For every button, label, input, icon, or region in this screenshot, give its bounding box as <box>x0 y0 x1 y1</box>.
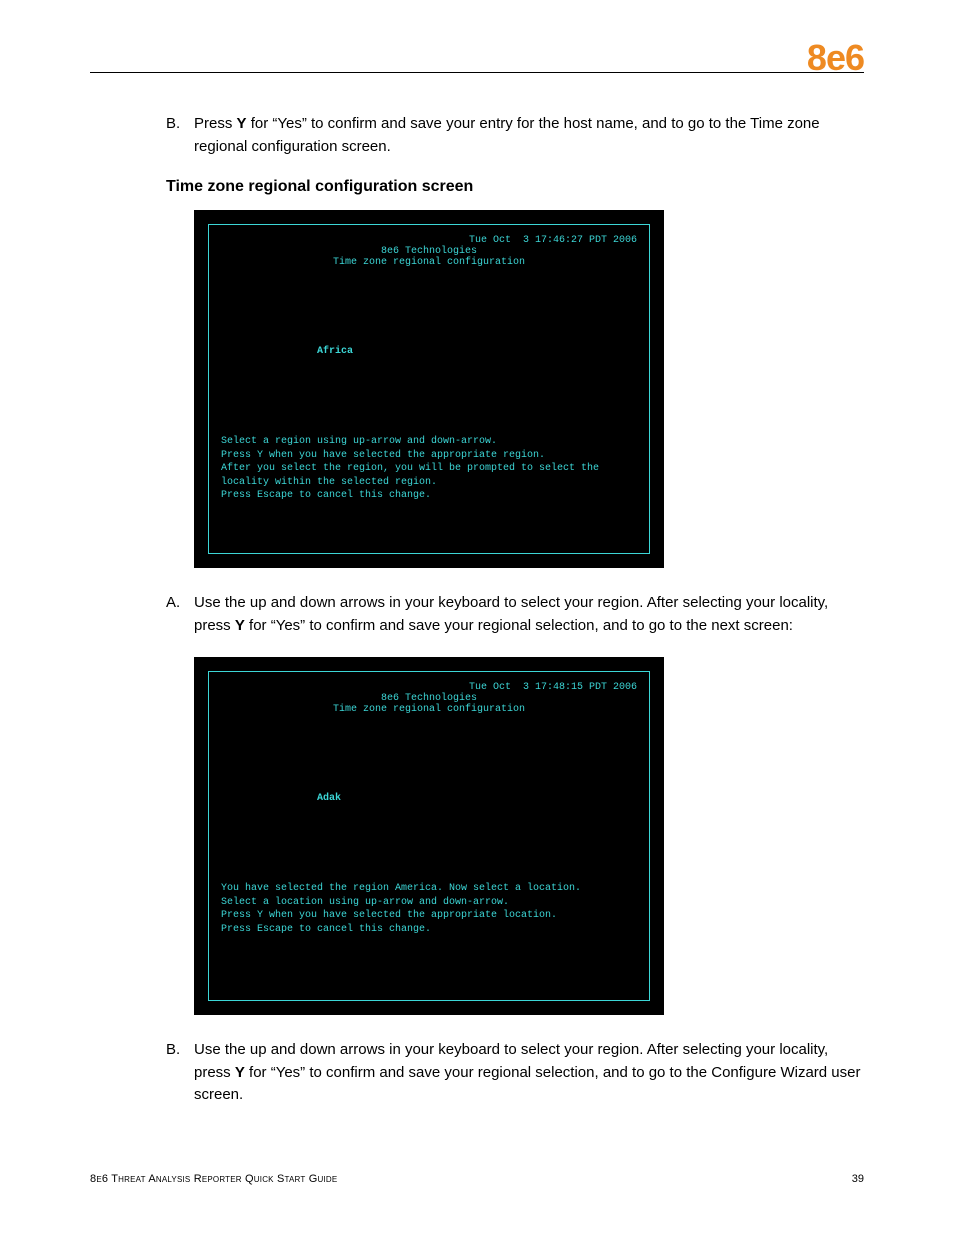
terminal-region-screenshot: Tue Oct 3 17:46:27 PDT 2006 8e6 Technolo… <box>194 210 664 568</box>
key-y: Y <box>235 617 245 634</box>
list-marker: A. <box>166 592 194 637</box>
list-body: Use the up and down arrows in your keybo… <box>194 592 864 637</box>
page-content: B. Press Y for “Yes” to confirm and save… <box>90 113 864 1107</box>
key-y: Y <box>235 1064 245 1081</box>
text-after: for “Yes” to confirm and save your regio… <box>194 1064 860 1104</box>
list-marker: B. <box>166 113 194 158</box>
intro-step-b: B. Press Y for “Yes” to confirm and save… <box>166 113 864 158</box>
page-footer: 8e6 Threat Analysis Reporter Quick Start… <box>90 1173 864 1185</box>
page-number: 39 <box>852 1173 864 1185</box>
page-header: 8e6 <box>90 40 864 73</box>
terminal-date: Tue Oct 3 17:46:27 PDT 2006 <box>221 235 637 246</box>
terminal-help: You have selected the region America. No… <box>221 882 637 936</box>
terminal-selection: Africa <box>221 268 637 435</box>
terminal-company: 8e6 Technologies <box>221 693 637 704</box>
brand-logo: 8e6 <box>807 40 864 76</box>
text-after: for “Yes” to confirm and save your regio… <box>245 617 793 634</box>
terminal-company: 8e6 Technologies <box>221 246 637 257</box>
terminal-frame: Tue Oct 3 17:46:27 PDT 2006 8e6 Technolo… <box>208 224 650 554</box>
terminal-title: Time zone regional configuration <box>221 257 637 268</box>
terminal-help: Select a region using up-arrow and down-… <box>221 435 637 503</box>
terminal-selection: Adak <box>221 715 637 882</box>
list-body: Use the up and down arrows in your keybo… <box>194 1039 864 1107</box>
terminal-frame: Tue Oct 3 17:48:15 PDT 2006 8e6 Technolo… <box>208 671 650 1001</box>
list-marker: B. <box>166 1039 194 1107</box>
terminal-date: Tue Oct 3 17:48:15 PDT 2006 <box>221 682 637 693</box>
step-a: A. Use the up and down arrows in your ke… <box>166 592 864 637</box>
terminal-location-screenshot: Tue Oct 3 17:48:15 PDT 2006 8e6 Technolo… <box>194 657 664 1015</box>
text-after: for “Yes” to confirm and save your entry… <box>194 115 820 155</box>
step-b: B. Use the up and down arrows in your ke… <box>166 1039 864 1107</box>
text-before: Press <box>194 115 237 132</box>
header-rule <box>90 69 803 70</box>
key-y: Y <box>237 115 247 132</box>
list-body: Press Y for “Yes” to confirm and save yo… <box>194 113 864 158</box>
terminal-title: Time zone regional configuration <box>221 704 637 715</box>
footer-title: 8e6 Threat Analysis Reporter Quick Start… <box>90 1173 337 1185</box>
section-heading: Time zone regional configuration screen <box>166 178 864 196</box>
